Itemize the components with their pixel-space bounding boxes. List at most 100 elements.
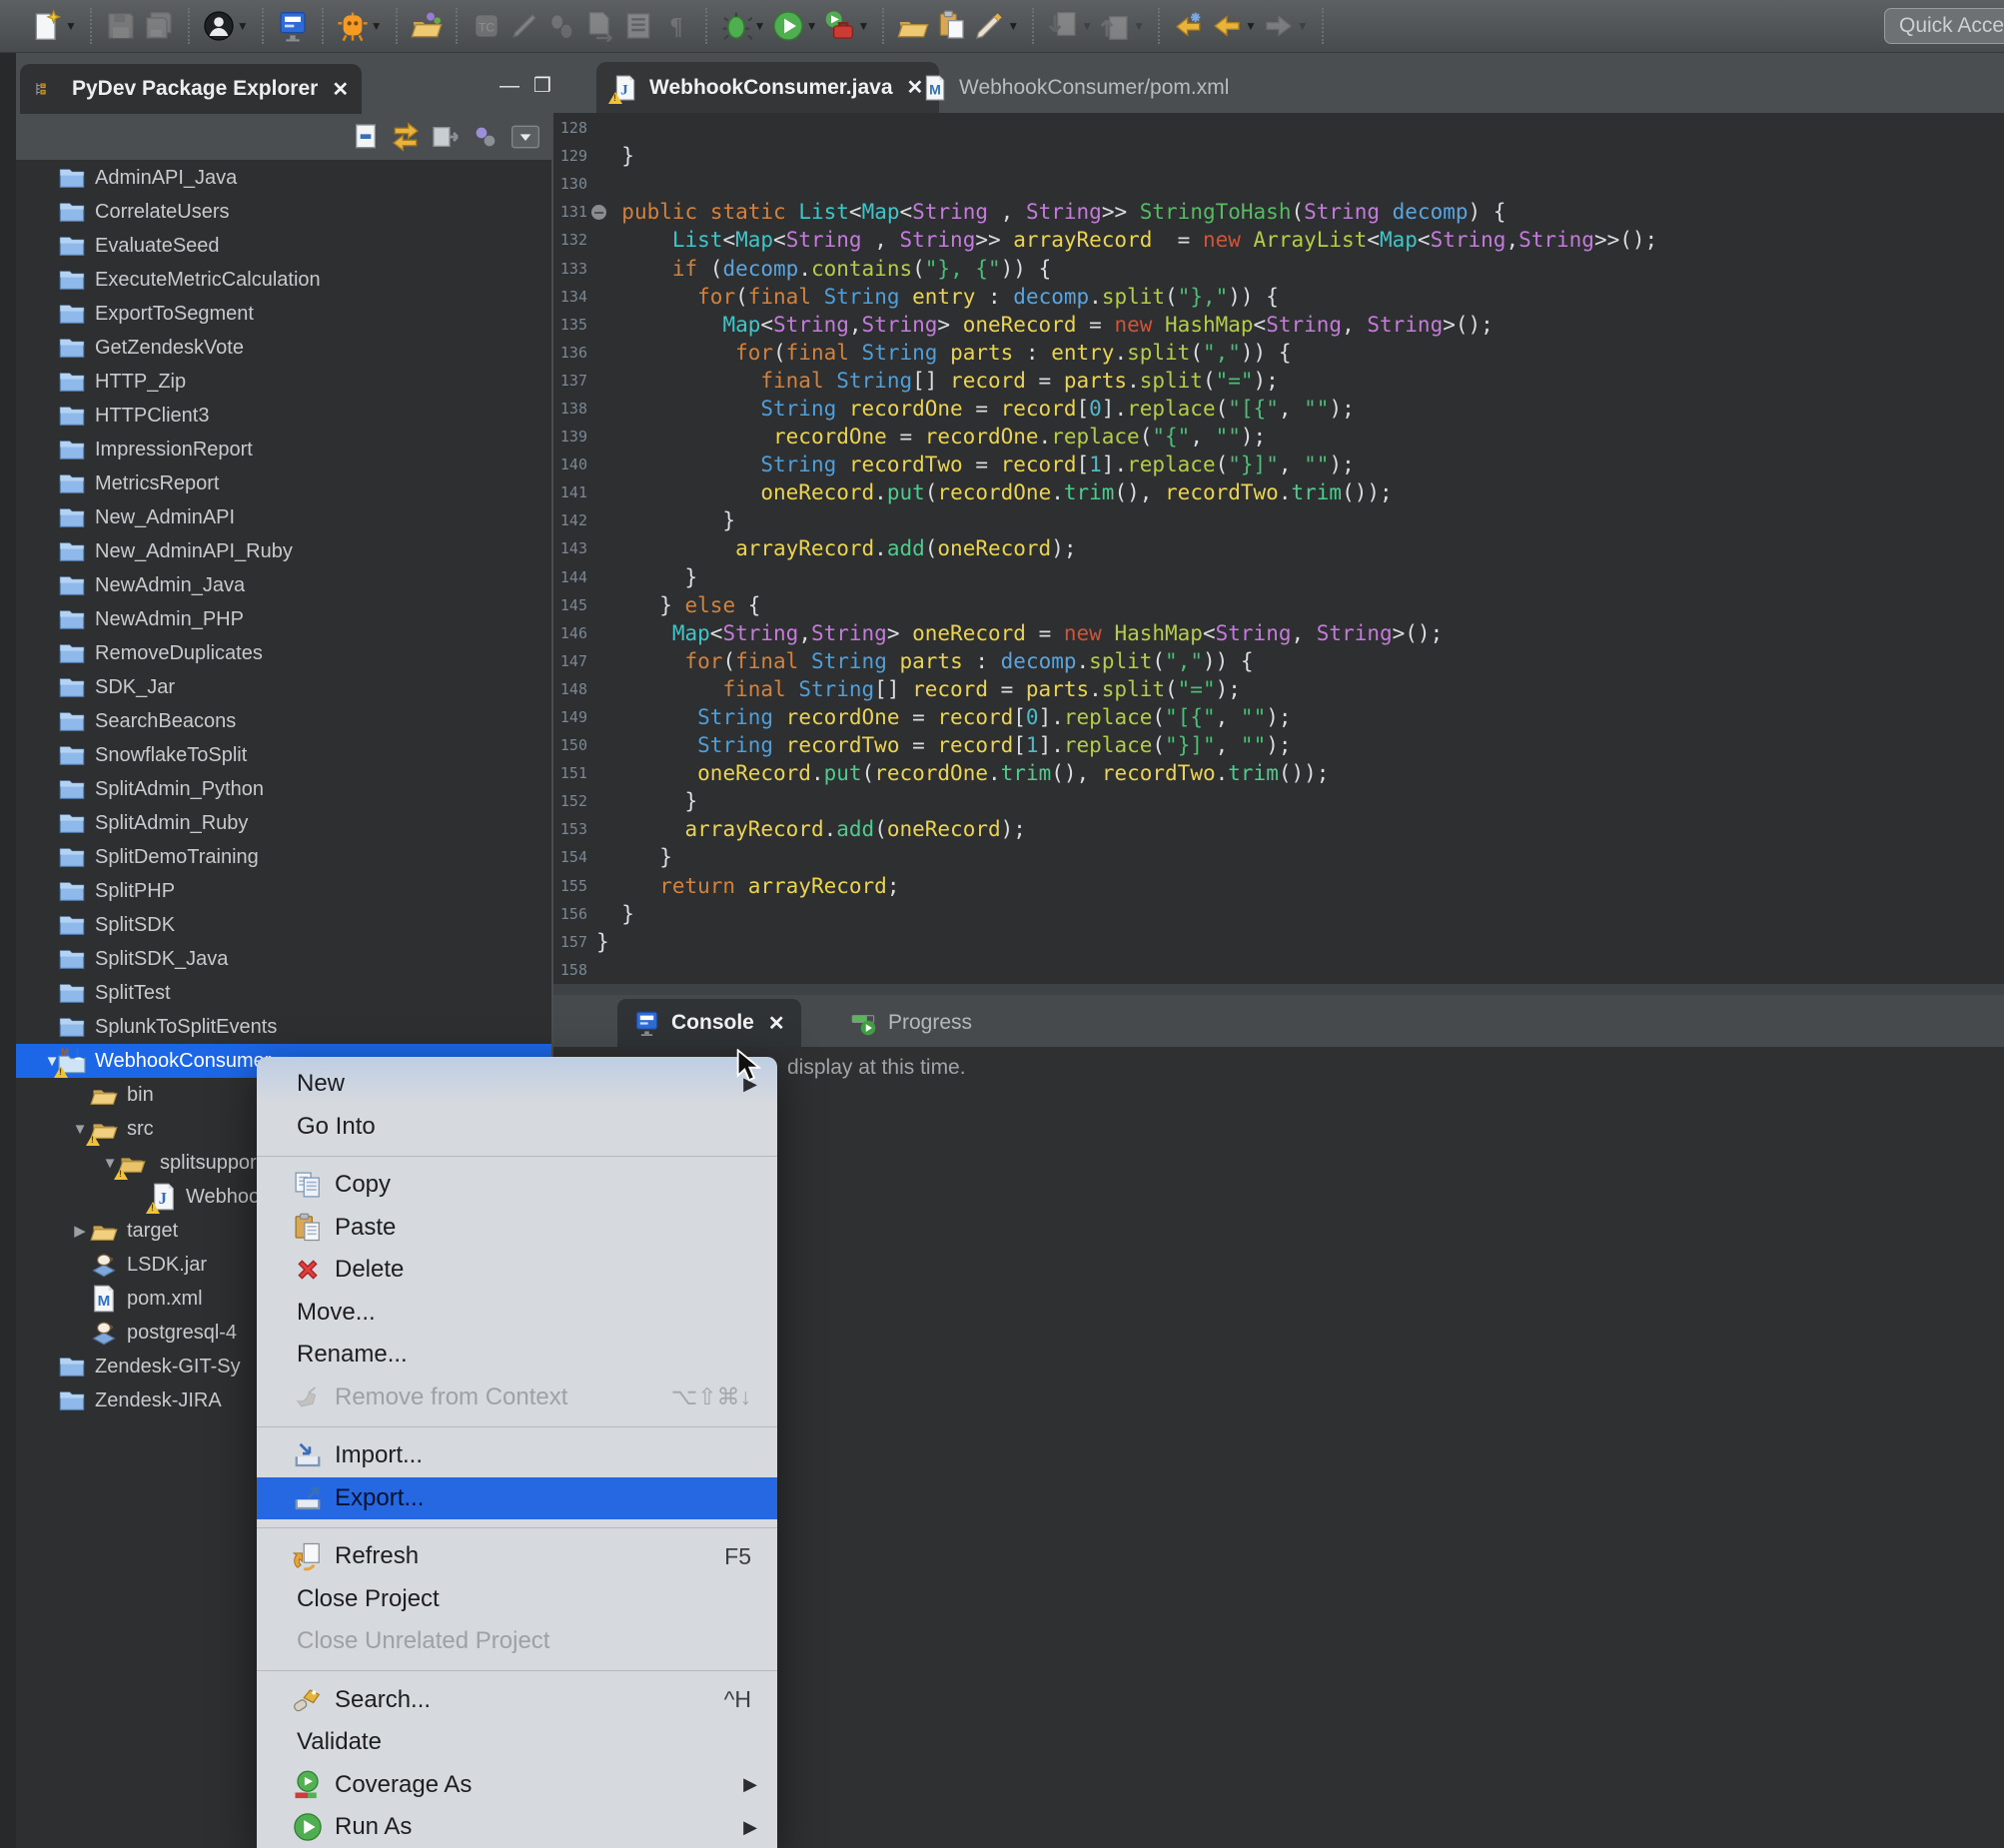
chevron-down-icon[interactable]: ▼ <box>857 19 869 33</box>
line-number[interactable]: 146 <box>553 624 587 642</box>
chevron-down-icon[interactable]: ▼ <box>1245 19 1257 33</box>
line-number[interactable]: 133 <box>553 260 587 278</box>
menu-item-new[interactable]: New▶ <box>257 1063 777 1106</box>
line-number[interactable]: 152 <box>553 792 587 810</box>
chevron-down-icon[interactable]: ▼ <box>1081 19 1093 33</box>
tree-item-newadmin-java[interactable]: NewAdmin_Java <box>16 568 551 602</box>
new-wizard-button[interactable]: ▼ <box>31 10 77 42</box>
menu-item-refresh[interactable]: RefreshF5 <box>257 1535 777 1578</box>
line-number[interactable]: 147 <box>553 652 587 670</box>
tree-item-splitsdk-java[interactable]: SplitSDK_Java <box>16 942 551 976</box>
line-number[interactable]: 137 <box>553 372 587 390</box>
menu-item-close-project[interactable]: Close Project <box>257 1578 777 1621</box>
close-icon[interactable]: ✕ <box>768 1011 785 1036</box>
user-profile-button[interactable]: ▼ <box>203 10 249 42</box>
tree-item-executemetriccalculation[interactable]: ExecuteMetricCalculation <box>16 263 551 297</box>
menu-item-validate[interactable]: Validate <box>257 1721 777 1764</box>
focus-button[interactable] <box>430 121 462 153</box>
line-number[interactable]: 141 <box>553 483 587 501</box>
line-number[interactable]: 134 <box>553 288 587 306</box>
tree-item-splitadmin-python[interactable]: SplitAdmin_Python <box>16 772 551 806</box>
chevron-down-icon[interactable]: ▼ <box>371 19 383 33</box>
run-button[interactable]: ▼ <box>772 10 818 42</box>
ant-build-button[interactable]: ▼ <box>823 10 869 42</box>
line-number[interactable]: 142 <box>553 511 587 529</box>
menu-item-coverage-as[interactable]: Coverage As▶ <box>257 1764 777 1807</box>
sync-view-button[interactable] <box>470 121 501 153</box>
line-number[interactable]: 139 <box>553 428 587 446</box>
line-number[interactable]: 158 <box>553 961 587 979</box>
chevron-down-icon[interactable]: ▼ <box>1297 19 1309 33</box>
console-view-button[interactable] <box>277 10 309 42</box>
chevron-down-icon[interactable]: ▼ <box>65 19 77 33</box>
collapse-all-button[interactable] <box>350 121 382 153</box>
line-number[interactable]: 153 <box>553 820 587 838</box>
tree-item-searchbeacons[interactable]: SearchBeacons <box>16 704 551 738</box>
tree-item-splitdemotraining[interactable]: SplitDemoTraining <box>16 840 551 874</box>
open-wizard-button[interactable] <box>411 10 443 42</box>
back-button[interactable]: ▼ <box>1211 10 1257 42</box>
code-editor[interactable]: 128129 }130131 public static List<Map<St… <box>553 113 2004 985</box>
tree-item-metricsreport[interactable]: MetricsReport <box>16 466 551 500</box>
line-number[interactable]: 129 <box>553 147 587 165</box>
line-number[interactable]: 154 <box>553 848 587 866</box>
line-number[interactable]: 155 <box>553 877 587 895</box>
menu-item-rename[interactable]: Rename... <box>257 1334 777 1377</box>
tree-item-httpclient3[interactable]: HTTPClient3 <box>16 399 551 433</box>
menu-item-paste[interactable]: Paste <box>257 1207 777 1250</box>
line-number[interactable]: 132 <box>553 231 587 249</box>
tree-item-impressionreport[interactable]: ImpressionReport <box>16 433 551 466</box>
tree-item-getzendeskvote[interactable]: GetZendeskVote <box>16 331 551 365</box>
line-number[interactable]: 135 <box>553 316 587 334</box>
console-tab-console[interactable]: Console✕ <box>617 999 801 1047</box>
menu-item-go-into[interactable]: Go Into <box>257 1106 777 1149</box>
view-menu-button[interactable] <box>509 121 541 153</box>
line-number[interactable]: 136 <box>553 344 587 362</box>
open-folder-button[interactable] <box>897 10 929 42</box>
menu-item-run-as[interactable]: Run As▶ <box>257 1806 777 1848</box>
line-number[interactable]: 130 <box>553 175 587 193</box>
line-number[interactable]: 156 <box>553 905 587 923</box>
chevron-down-icon[interactable]: ▼ <box>1133 19 1145 33</box>
line-number[interactable]: 145 <box>553 596 587 614</box>
tree-item-splitphp[interactable]: SplitPHP <box>16 874 551 908</box>
line-number[interactable]: 150 <box>553 736 587 754</box>
chevron-down-icon[interactable]: ▼ <box>237 19 249 33</box>
tree-item-newadmin-php[interactable]: NewAdmin_PHP <box>16 602 551 636</box>
line-number[interactable]: 143 <box>553 539 587 557</box>
expand-toggle-icon[interactable]: ▶ <box>70 1222 90 1240</box>
menu-item-import[interactable]: Import... <box>257 1434 777 1477</box>
tree-item-splitsdk[interactable]: SplitSDK <box>16 908 551 942</box>
line-number[interactable]: 128 <box>553 119 587 137</box>
menu-item-move[interactable]: Move... <box>257 1292 777 1335</box>
tree-item-splitadmin-ruby[interactable]: SplitAdmin_Ruby <box>16 806 551 840</box>
line-number[interactable]: 151 <box>553 764 587 782</box>
close-icon[interactable]: ✕ <box>332 77 349 102</box>
minimize-button[interactable]: — <box>500 76 519 96</box>
tab-pydev-package-explorer[interactable]: PyDev Package Explorer ✕ <box>20 64 362 114</box>
menu-item-copy[interactable]: Copy <box>257 1164 777 1207</box>
tree-item-http-zip[interactable]: HTTP_Zip <box>16 365 551 399</box>
menu-item-export[interactable]: Export... <box>257 1477 777 1520</box>
tree-item-adminapi-java[interactable]: AdminAPI_Java <box>16 161 551 195</box>
link-editor-button[interactable] <box>390 121 422 153</box>
chevron-down-icon[interactable]: ▼ <box>754 19 766 33</box>
menu-item-delete[interactable]: Delete <box>257 1249 777 1292</box>
chevron-down-icon[interactable]: ▼ <box>1007 19 1019 33</box>
splitter-handle[interactable] <box>553 984 2004 995</box>
line-number[interactable]: 149 <box>553 708 587 726</box>
tree-item-splittest[interactable]: SplitTest <box>16 976 551 1010</box>
tree-item-sdk-jar[interactable]: SDK_Jar <box>16 670 551 704</box>
editor-tab-webhookconsumer-java[interactable]: JWebhookConsumer.java✕ <box>596 62 939 113</box>
line-number[interactable]: 144 <box>553 568 587 586</box>
menu-item-search[interactable]: Search...^H <box>257 1679 777 1722</box>
split-io-button[interactable]: ▼ <box>337 10 383 42</box>
paste-folder-button[interactable] <box>935 10 967 42</box>
tree-item-splunktosplitevents[interactable]: SplunkToSplitEvents <box>16 1010 551 1044</box>
line-number[interactable]: 140 <box>553 456 587 473</box>
line-number[interactable]: 138 <box>553 400 587 418</box>
editor-tab-webhookconsumer-pom-xml[interactable]: MWebhookConsumer/pom.xml <box>906 62 1245 113</box>
tree-item-correlateusers[interactable]: CorrelateUsers <box>16 195 551 229</box>
line-number[interactable]: 131 <box>553 203 587 221</box>
tree-item-removeduplicates[interactable]: RemoveDuplicates <box>16 636 551 670</box>
